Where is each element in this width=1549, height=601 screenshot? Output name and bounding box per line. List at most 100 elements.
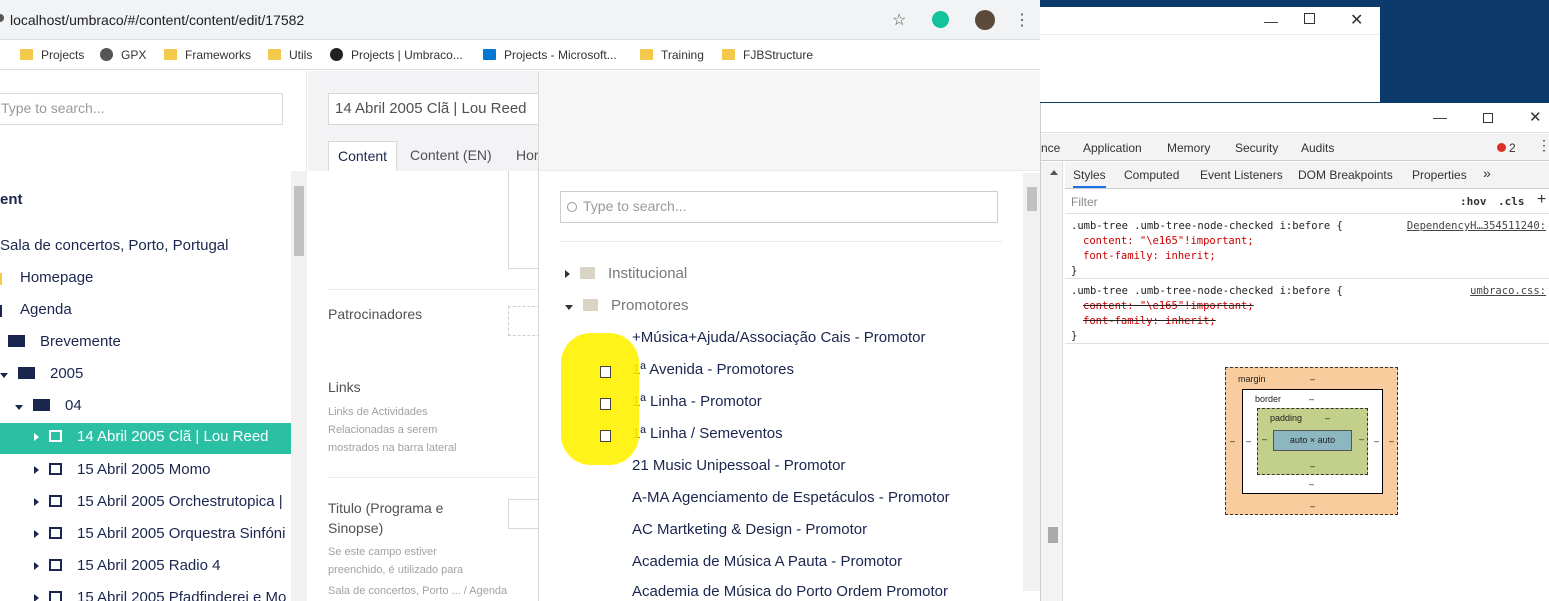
caret-right-icon[interactable] (34, 530, 39, 538)
tab-content[interactable]: Content (328, 141, 398, 171)
picker-item[interactable]: A-MA Agenciamento de Espetáculos - Promo… (632, 489, 950, 506)
scroll-thumb[interactable] (1048, 527, 1058, 543)
node-name-input[interactable]: 14 Abril 2005 Clã | Lou Reed (328, 93, 558, 125)
devtools-titlebar: — ✕ (1041, 103, 1549, 133)
bookmark-training[interactable]: Training (640, 48, 704, 62)
picker-item[interactable]: 21 Music Unipessoal - Promotor (632, 457, 845, 474)
tree-node-homepage[interactable]: Homepage (0, 269, 93, 286)
umbraco-icon (330, 48, 343, 61)
picker-item[interactable]: Academia de Música do Porto Ordem Promot… (632, 583, 948, 597)
picker-item[interactable]: 1ª Linha - Promotor (632, 393, 762, 410)
tree-node-selected[interactable]: 14 Abril 2005 Clã | Lou Reed (0, 423, 291, 454)
tree-node-brevemente[interactable]: Brevemente (8, 333, 121, 350)
tab-audits[interactable]: Audits (1301, 141, 1334, 155)
patrocinadores-field[interactable] (508, 306, 540, 336)
rule-source-link[interactable]: umbraco.css: (1470, 284, 1546, 299)
css-rule[interactable]: .umb-tree .umb-tree-node-checked i:befor… (1065, 280, 1549, 344)
close-icon[interactable]: ✕ (1350, 10, 1363, 30)
bookmark-gpx[interactable]: GPX (100, 48, 146, 62)
picker-item[interactable]: 1ª Linha / Semeventos (632, 425, 783, 442)
bookmark-fjbstructure[interactable]: FJBStructure (722, 48, 813, 62)
bookmark-frameworks[interactable]: Frameworks (164, 48, 251, 62)
tree-node-2005[interactable]: 2005 (0, 365, 83, 382)
tree-node[interactable]: 15 Abril 2005 Orquestra Sinfóni (34, 525, 285, 542)
filter-input[interactable]: Filter (1071, 195, 1098, 209)
tree-node-agenda[interactable]: Agenda (0, 301, 72, 318)
tree-node[interactable]: 15 Abril 2005 Orchestrutopica | (34, 493, 283, 510)
subtab-dom-breakpoints[interactable]: DOM Breakpoints (1298, 168, 1393, 182)
tab-memory[interactable]: Memory (1167, 141, 1210, 155)
caret-right-icon[interactable] (34, 498, 39, 506)
picker-folder-institucional[interactable]: Institucional (565, 265, 687, 282)
maximize-icon[interactable] (1483, 113, 1493, 123)
tree-node-04[interactable]: 04 (15, 397, 82, 414)
tree-search-input[interactable]: Type to search... (0, 93, 283, 125)
prop-label-titulo: Titulo (Programa e Sinopse) (328, 500, 444, 536)
field-box[interactable] (508, 171, 540, 269)
breadcrumb: Sala de concertos, Porto ... / Agenda (308, 581, 540, 601)
maximize-icon[interactable] (1304, 13, 1315, 24)
picker-search-input[interactable]: Type to search... (560, 191, 998, 223)
grammarly-icon[interactable] (932, 11, 949, 28)
caret-right-icon[interactable] (34, 466, 39, 474)
star-icon[interactable]: ☆ (892, 10, 906, 30)
tab-content-en[interactable]: Content (EN) (401, 141, 501, 171)
caret-right-icon[interactable] (34, 562, 39, 570)
bookmark-projects[interactable]: Projects (20, 48, 84, 62)
bookmark-umbraco-projects[interactable]: Projects | Umbraco... (330, 48, 463, 62)
picker-folder-promotores[interactable]: Promotores (565, 297, 689, 314)
editor-body: Patrocinadores Links Links de Actividade… (308, 171, 540, 581)
picker-item[interactable]: Academia de Música A Pauta - Promotor (632, 553, 902, 570)
picker-scrollbar[interactable] (1023, 173, 1040, 591)
avatar[interactable] (975, 10, 995, 30)
picker-item[interactable]: 1ª Avenida - Promotores (632, 361, 794, 378)
tree-node[interactable]: 15 Abril 2005 Pfadfinderei e Mo (34, 589, 286, 601)
add-rule-icon[interactable]: + (1537, 191, 1546, 209)
scroll-up-icon[interactable] (1050, 170, 1058, 175)
devtools-scrollbar[interactable] (1041, 162, 1063, 601)
tree-scrollbar[interactable] (291, 171, 307, 601)
bookmark-utils[interactable]: Utils (268, 48, 312, 62)
checkbox-icon[interactable] (600, 398, 611, 410)
info-icon[interactable] (0, 14, 4, 22)
subtab-computed[interactable]: Computed (1124, 168, 1179, 182)
caret-down-icon[interactable] (565, 305, 573, 310)
minimize-icon[interactable]: — (1433, 109, 1447, 125)
bookmark-microsoft-projects[interactable]: Projects - Microsoft... (483, 48, 617, 62)
tree-node-root[interactable]: Sala de concertos, Porto, Portugal (0, 237, 228, 254)
url-text[interactable]: localhost/umbraco/#/content/content/edit… (10, 12, 304, 28)
minimize-icon[interactable]: — (1264, 13, 1278, 29)
tree-node[interactable]: 15 Abril 2005 Momo (34, 461, 210, 478)
caret-down-icon[interactable] (15, 405, 23, 410)
error-badge[interactable]: 2 (1497, 141, 1516, 155)
picker-item[interactable]: +Música+Ajuda/Associação Cais - Promotor (632, 329, 925, 346)
subtab-styles[interactable]: Styles (1073, 168, 1106, 188)
caret-down-icon[interactable] (0, 373, 8, 378)
folder-icon (164, 49, 177, 60)
caret-right-icon[interactable] (565, 270, 570, 278)
titulo-field[interactable] (508, 499, 540, 529)
checkbox-icon[interactable] (600, 366, 611, 378)
subtab-properties[interactable]: Properties (1412, 168, 1467, 182)
tree-node[interactable]: 15 Abril 2005 Radio 4 (34, 557, 220, 574)
caret-right-icon[interactable] (34, 433, 39, 441)
subtab-event-listeners[interactable]: Event Listeners (1200, 168, 1283, 182)
more-icon[interactable]: ⋮ (1537, 137, 1549, 154)
hov-toggle[interactable]: :hov (1460, 195, 1487, 208)
tab-application[interactable]: Application (1083, 141, 1142, 155)
caret-right-icon[interactable] (34, 594, 39, 601)
rule-source-link[interactable]: DependencyH…354511240: (1407, 219, 1546, 234)
menu-icon[interactable]: ⋮ (1014, 10, 1030, 30)
css-rule[interactable]: .umb-tree .umb-tree-node-checked i:befor… (1065, 215, 1549, 279)
tab-security[interactable]: Security (1235, 141, 1278, 155)
subtab-more[interactable]: » (1483, 165, 1491, 181)
close-icon[interactable]: ✕ (1529, 108, 1542, 126)
tab-performance[interactable]: nce (1041, 141, 1060, 155)
address-bar[interactable]: localhost/umbraco/#/content/content/edit… (0, 0, 1040, 40)
tree-section-title: ent (0, 191, 23, 208)
checkbox-icon[interactable] (600, 430, 611, 442)
azure-devops-icon (483, 49, 496, 60)
cls-toggle[interactable]: .cls (1498, 195, 1525, 208)
devtools-panel: — ✕ nce Application Memory Security Audi… (1040, 103, 1549, 601)
picker-item[interactable]: AC Martketing & Design - Promotor (632, 521, 867, 538)
